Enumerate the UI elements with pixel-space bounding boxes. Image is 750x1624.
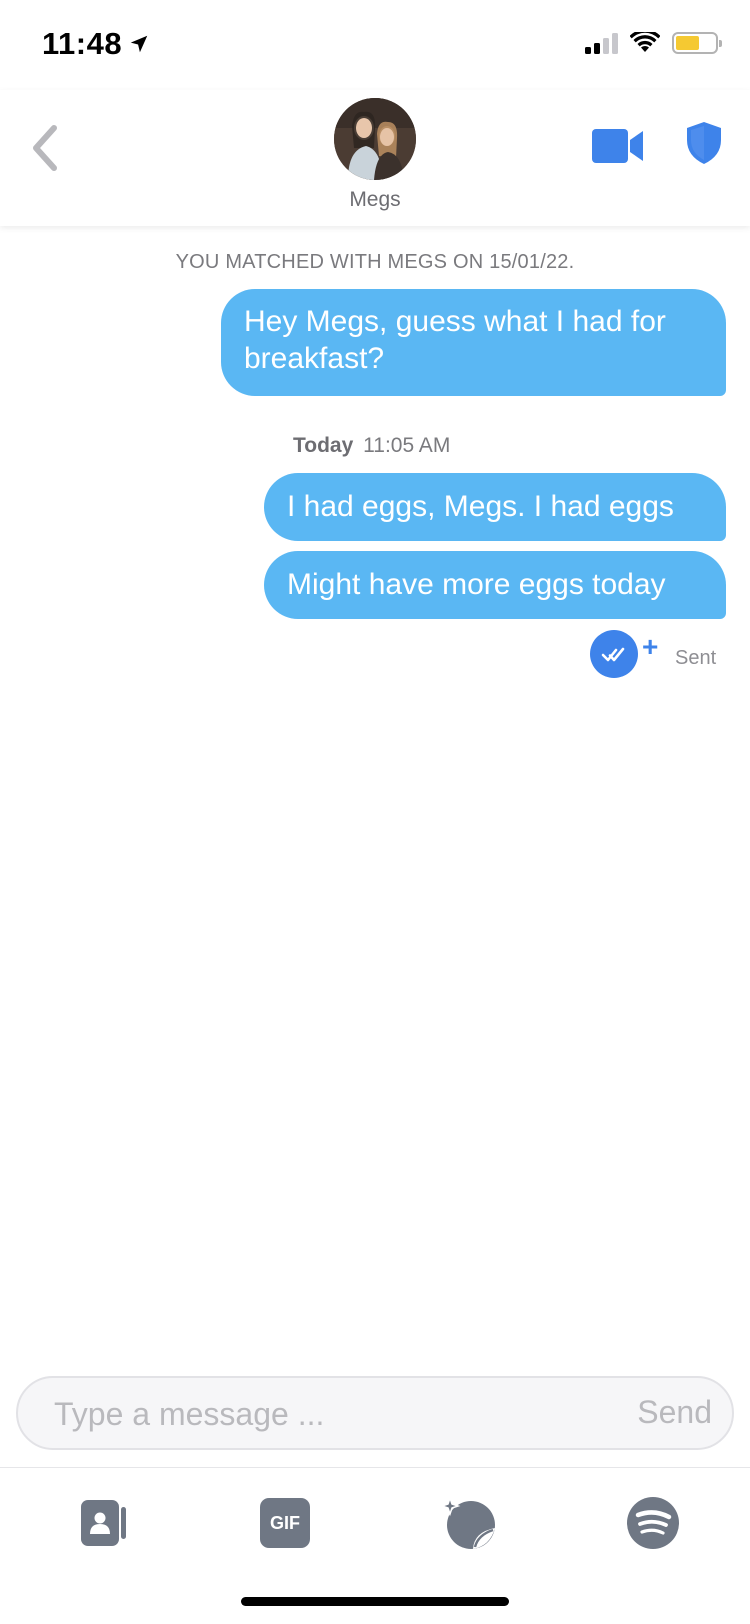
message-bubble[interactable]: Might have more eggs today <box>264 551 726 619</box>
gif-button[interactable]: GIF <box>256 1494 314 1552</box>
status-bar: 11:48 <box>0 0 750 90</box>
message-bubble[interactable]: Hey Megs, guess what I had for breakfast… <box>221 289 726 396</box>
contact-card-icon <box>81 1500 126 1546</box>
cellular-signal-icon <box>585 32 618 54</box>
battery-icon <box>672 32 722 54</box>
wifi-icon <box>630 32 660 52</box>
sticker-icon <box>439 1495 495 1549</box>
message-timestamp: Today 11:05 AM <box>293 434 450 458</box>
home-indicator[interactable] <box>241 1597 509 1606</box>
gif-label: GIF <box>270 1512 300 1533</box>
sticker-button[interactable] <box>439 1494 498 1552</box>
video-call-button[interactable] <box>590 126 646 166</box>
message-composer: Send <box>16 1376 734 1450</box>
location-arrow-icon <box>130 35 148 53</box>
profile-photo <box>334 98 416 180</box>
clock-text: 11:48 <box>42 26 123 61</box>
spotify-icon <box>627 1497 679 1549</box>
spotify-button[interactable] <box>624 1494 682 1552</box>
send-button[interactable]: Send <box>637 1394 712 1431</box>
contact-name[interactable]: Megs <box>0 188 750 212</box>
status-icons <box>585 32 722 54</box>
message-input[interactable] <box>54 1394 574 1434</box>
timestamp-time: 11:05 AM <box>363 434 451 457</box>
message-status: Sent <box>675 647 717 669</box>
double-check-icon <box>601 647 625 662</box>
timestamp-day: Today <box>293 434 354 457</box>
plus-icon[interactable]: + <box>642 633 658 661</box>
match-banner: YOU MATCHED WITH MEGS ON 15/01/22. <box>175 251 575 273</box>
status-time: 11:48 <box>42 26 150 62</box>
gif-icon: GIF <box>260 1498 310 1548</box>
read-receipts-button[interactable] <box>590 630 638 678</box>
message-bubble[interactable]: I had eggs, Megs. I had eggs <box>264 473 726 541</box>
contact-card-button[interactable] <box>74 1494 132 1552</box>
shield-icon <box>687 122 721 164</box>
back-button[interactable] <box>26 118 66 178</box>
chat-header: Megs <box>0 90 750 226</box>
battery-fill <box>676 36 699 50</box>
chevron-left-icon <box>33 125 57 171</box>
attachment-toolbar: GIF <box>0 1467 750 1567</box>
video-camera-icon <box>592 129 643 163</box>
safety-toolkit-button[interactable] <box>684 120 724 166</box>
avatar[interactable] <box>334 98 416 180</box>
